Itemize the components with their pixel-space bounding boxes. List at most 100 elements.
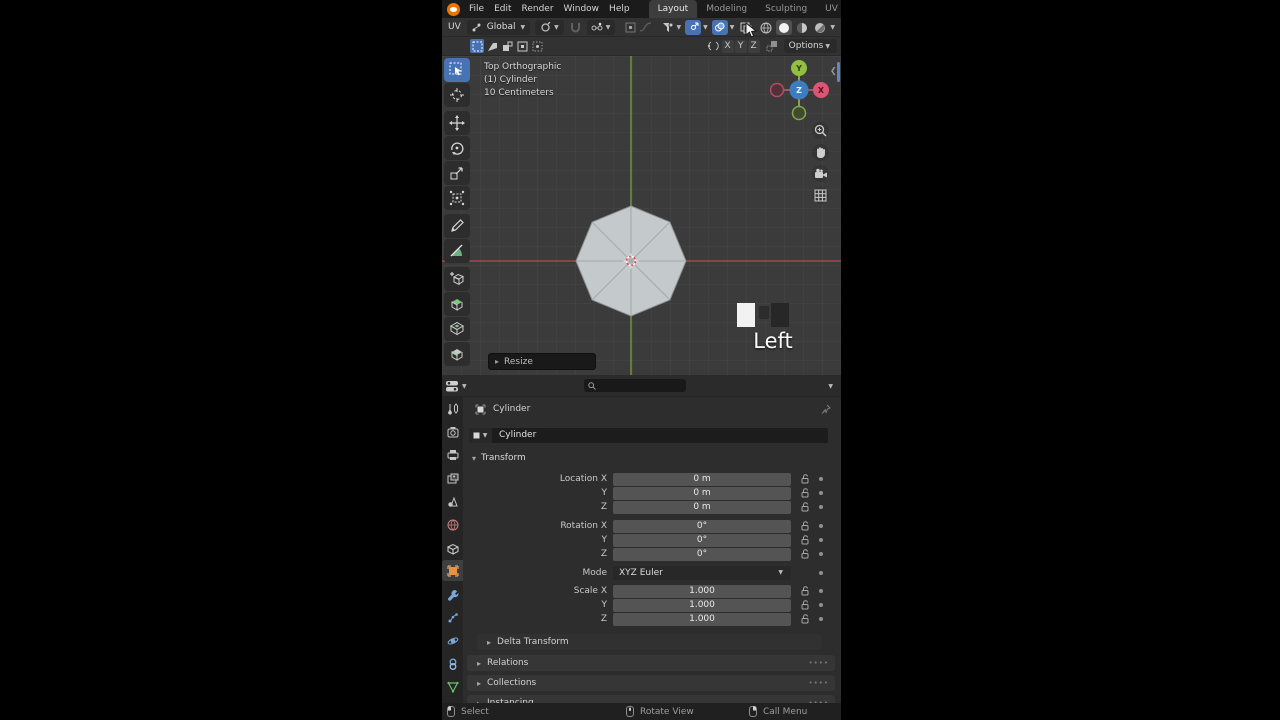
tab-physics[interactable] [442, 630, 463, 651]
pan-hand-button[interactable] [812, 144, 829, 161]
tab-particles[interactable] [442, 607, 463, 628]
tool-inset-faces[interactable] [444, 317, 470, 341]
lock-icon[interactable] [799, 586, 811, 596]
shading-wireframe-button[interactable] [758, 20, 774, 35]
lock-icon[interactable] [799, 535, 811, 545]
menu-help[interactable]: Help [604, 4, 635, 14]
show-overlays-toggle[interactable] [711, 20, 728, 35]
tab-modifiers[interactable] [442, 584, 463, 605]
panel-drag-dots[interactable]: •••• [808, 659, 829, 667]
viewport-3d[interactable]: Top Orthographic (1) Cylinder 10 Centime… [442, 56, 841, 375]
tool-bevel[interactable] [444, 342, 470, 366]
animate-dot[interactable] [819, 589, 823, 593]
menu-window[interactable]: Window [559, 4, 605, 14]
scale-z-field[interactable]: 1.000 [613, 612, 791, 626]
editor-type-icon[interactable] [445, 379, 459, 393]
tool-scale[interactable] [444, 161, 470, 185]
proportional-projected-toggle[interactable] [622, 20, 638, 35]
transform-panel-header[interactable]: ▾ Transform [463, 453, 526, 463]
location-z-field[interactable]: 0 m [613, 500, 791, 514]
panel-collections[interactable]: ▸ Collections •••• [467, 675, 835, 691]
search-input[interactable] [584, 379, 686, 392]
lock-icon[interactable] [799, 488, 811, 498]
show-gizmo-toggle[interactable] [685, 20, 702, 35]
blender-logo-icon[interactable] [447, 2, 460, 16]
tab-tool[interactable] [442, 398, 463, 419]
proportional-edit-group[interactable]: ▼ [586, 19, 616, 35]
menu-edit[interactable]: Edit [489, 4, 516, 14]
select-mode-sync[interactable] [530, 39, 544, 53]
tool-move[interactable] [444, 111, 470, 135]
location-y-field[interactable]: 0 m [613, 486, 791, 500]
options-button[interactable]: Options ▼ [783, 39, 837, 53]
animate-dot[interactable] [819, 571, 823, 575]
animate-dot[interactable] [819, 538, 823, 542]
scale-y-field[interactable]: 1.000 [613, 598, 791, 612]
tab-object[interactable] [442, 560, 463, 581]
snap-uv-icon[interactable] [765, 39, 779, 53]
animate-dot[interactable] [819, 552, 823, 556]
orientation-dropdown[interactable]: Global ▼ [466, 19, 531, 35]
rotation-z-field[interactable]: 0° [613, 547, 791, 561]
animate-dot[interactable] [819, 617, 823, 621]
tab-sculpting[interactable]: Sculpting [756, 0, 816, 18]
lock-icon[interactable] [799, 549, 811, 559]
lock-icon[interactable] [799, 502, 811, 512]
cylinder-mesh-top-view[interactable] [571, 201, 691, 324]
filter-visibility-icon[interactable] [661, 21, 675, 35]
camera-view-button[interactable] [812, 165, 829, 182]
shading-rendered-button[interactable] [812, 20, 828, 35]
select-mode-island[interactable] [515, 39, 529, 53]
falloff-curve-icon[interactable] [638, 20, 652, 34]
object-name-input[interactable]: Cylinder [492, 427, 828, 443]
panel-instancing[interactable]: ▸ Instancing •••• [467, 695, 835, 703]
animate-dot[interactable] [819, 491, 823, 495]
tool-annotate[interactable] [444, 214, 470, 238]
lock-icon[interactable] [799, 614, 811, 624]
animate-dot[interactable] [819, 505, 823, 509]
tool-cursor[interactable] [444, 83, 470, 107]
mode-label[interactable]: UV [442, 22, 467, 32]
tab-uv-editing[interactable]: UV Editing [816, 0, 841, 18]
tab-layout[interactable]: Layout [648, 0, 698, 18]
tab-modeling[interactable]: Modeling [697, 0, 756, 18]
pin-icon[interactable] [819, 402, 833, 416]
animate-dot[interactable] [819, 524, 823, 528]
zoom-button[interactable] [812, 122, 829, 139]
mirror-x-button[interactable]: X [721, 39, 734, 53]
rotation-mode-select[interactable]: XYZ Euler ▼ [613, 566, 791, 580]
tool-extrude-region[interactable] [444, 292, 470, 316]
tab-output[interactable] [442, 444, 463, 465]
sidebar-toggle-arrow[interactable]: ❮ [830, 66, 837, 75]
shading-material-button[interactable] [794, 20, 810, 35]
orthographic-grid-button[interactable] [812, 187, 829, 204]
tool-transform[interactable] [444, 186, 470, 210]
panel-delta-transform[interactable]: ▸ Delta Transform [477, 634, 821, 650]
tab-object-data[interactable] [442, 676, 463, 697]
menu-file[interactable]: File [464, 4, 489, 14]
lock-icon[interactable] [799, 600, 811, 610]
scale-x-field[interactable]: 1.000 [613, 584, 791, 598]
animate-dot[interactable] [819, 603, 823, 607]
lock-icon[interactable] [799, 521, 811, 531]
navigation-gizmo[interactable]: Y X Z [769, 56, 829, 125]
rotation-x-field[interactable]: 0° [613, 519, 791, 533]
tool-box-select[interactable] [444, 58, 470, 82]
tool-add-cube[interactable] [444, 267, 470, 291]
magnet-icon[interactable] [569, 20, 583, 34]
snapping-group[interactable]: ▼ [535, 19, 564, 35]
object-id-icon-button[interactable]: ▼ [469, 427, 492, 443]
select-mode-edge[interactable] [485, 39, 499, 53]
tool-measure[interactable] [444, 239, 470, 263]
tab-collection[interactable] [442, 538, 463, 559]
tab-world[interactable] [442, 514, 463, 535]
tab-scene[interactable] [442, 491, 463, 512]
breadcrumb-object-name[interactable]: Cylinder [493, 404, 530, 414]
lock-icon[interactable] [799, 474, 811, 484]
panel-drag-dots[interactable]: •••• [808, 679, 829, 687]
viewport-scrollbar[interactable] [837, 62, 840, 82]
animate-dot[interactable] [819, 477, 823, 481]
shading-solid-button[interactable] [776, 20, 793, 35]
tab-render[interactable] [442, 421, 463, 442]
tab-constraints[interactable] [442, 653, 463, 674]
